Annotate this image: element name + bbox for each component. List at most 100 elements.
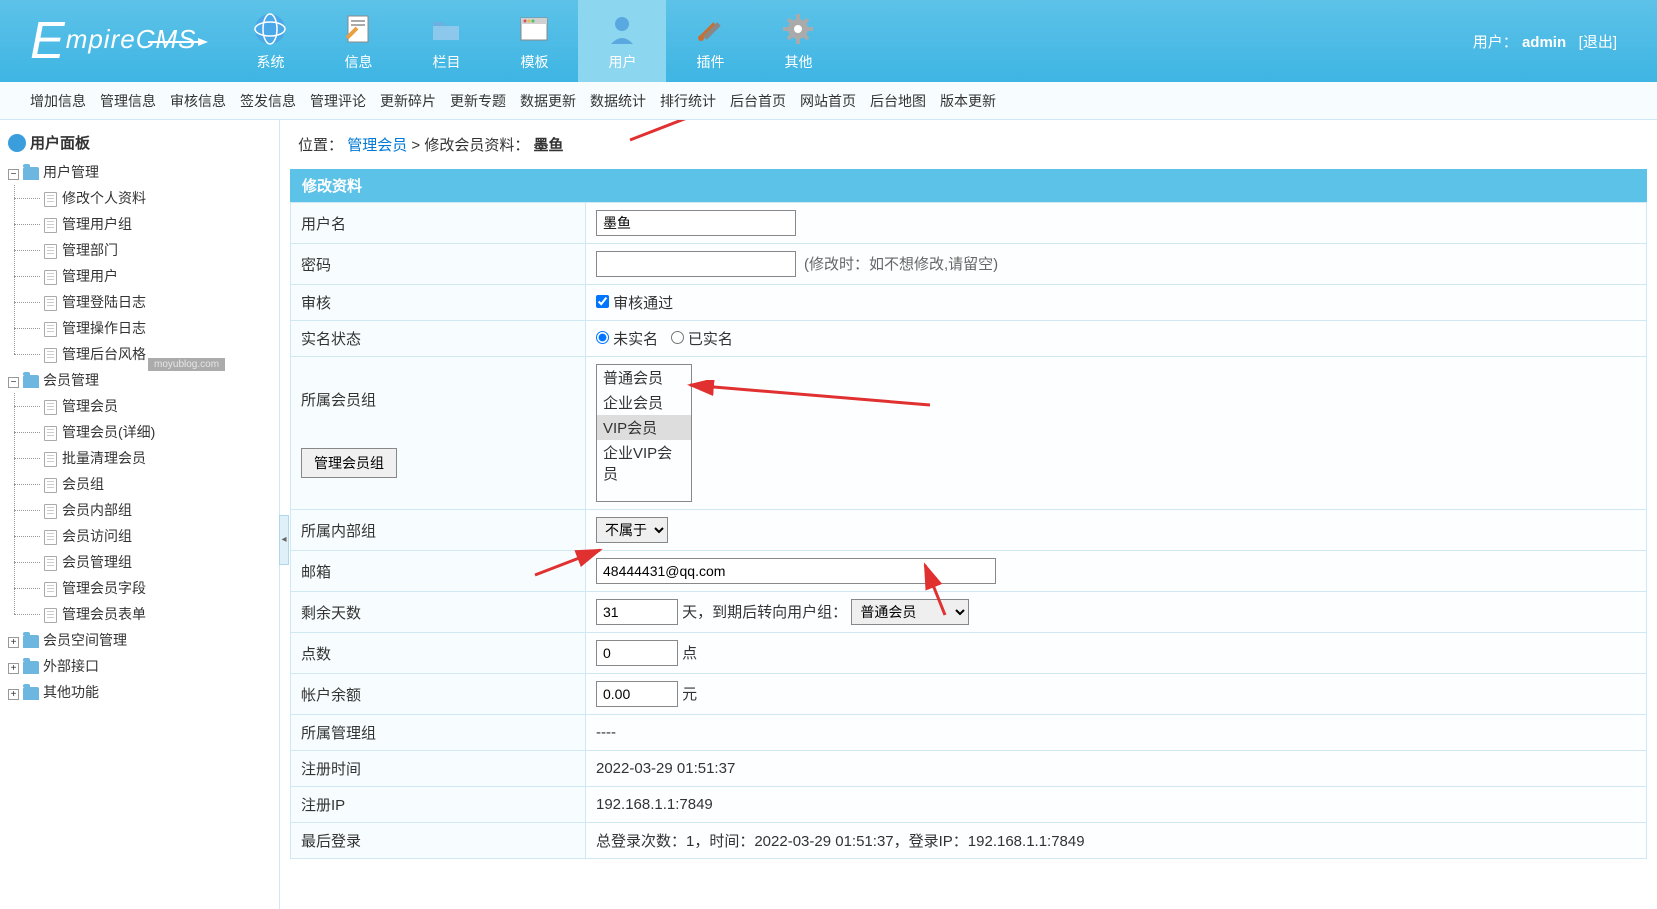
group-select[interactable]: 普通会员企业会员VIP会员企业VIP会员 (596, 364, 692, 502)
nav-栏目[interactable]: 栏目 (402, 0, 490, 82)
tree-link[interactable]: 管理用户 (62, 268, 118, 284)
regip-label: 注册IP (291, 787, 586, 823)
nav-用户[interactable]: 用户 (578, 0, 666, 82)
tree-toggle[interactable]: + (8, 663, 19, 674)
group-option[interactable]: 企业会员 (597, 390, 691, 415)
balance-input[interactable] (596, 681, 678, 707)
tree-toggle[interactable]: − (8, 377, 19, 388)
tree-link[interactable]: 修改个人资料 (62, 190, 146, 206)
innergroup-label: 所属内部组 (291, 510, 586, 551)
remain-target-select[interactable]: 普通会员 (851, 599, 969, 625)
file-icon (44, 244, 57, 259)
file-icon (44, 478, 57, 493)
file-icon (44, 218, 57, 233)
nav-模板[interactable]: 模板 (490, 0, 578, 82)
remain-input[interactable] (596, 599, 678, 625)
gear-icon (779, 10, 817, 48)
subnav-item[interactable]: 版本更新 (940, 91, 996, 111)
breadcrumb-link[interactable]: 管理会员 (347, 137, 407, 154)
manage-group-button[interactable]: 管理会员组 (301, 448, 397, 478)
tree-link[interactable]: 批量清理会员 (62, 450, 146, 466)
tree-link[interactable]: 会员访问组 (62, 528, 132, 544)
realname-radio-yes[interactable] (671, 331, 684, 344)
tree-link[interactable]: 管理用户组 (62, 216, 132, 232)
subnav-item[interactable]: 增加信息 (30, 91, 86, 111)
tree-group: + 会员空间管理 (8, 627, 271, 653)
tree-link[interactable]: 会员内部组 (62, 502, 132, 518)
lastlogin-value: 总登录次数：1，时间：2022-03-29 01:51:37，登录IP：192.… (586, 823, 1647, 859)
realname-label: 实名状态 (291, 321, 586, 357)
user-label: 用户： (1473, 34, 1518, 51)
tree-group-label[interactable]: 会员管理 (43, 372, 99, 388)
tree-item: 会员管理组 (30, 549, 271, 575)
tree-link[interactable]: 管理会员 (62, 398, 118, 414)
header: EEmpireCMSmpireCMS 系统信息栏目模板用户插件其他 用户： ad… (0, 0, 1657, 82)
tree-group-label[interactable]: 会员空间管理 (43, 632, 127, 648)
points-input[interactable] (596, 640, 678, 666)
nav-插件[interactable]: 插件 (666, 0, 754, 82)
file-icon (44, 504, 57, 519)
folder-icon (23, 635, 39, 648)
file-icon (44, 556, 57, 571)
tree-item: 会员组 (30, 471, 271, 497)
tree-group-label[interactable]: 其他功能 (43, 684, 99, 700)
folder-icon (23, 687, 39, 700)
subnav-item[interactable]: 管理评论 (310, 91, 366, 111)
tree-toggle[interactable]: + (8, 637, 19, 648)
tree-link[interactable]: 管理操作日志 (62, 320, 146, 336)
subnav-item[interactable]: 后台地图 (870, 91, 926, 111)
realname-radio-no[interactable] (596, 331, 609, 344)
group-option[interactable]: 企业VIP会员 (597, 440, 691, 486)
email-label: 邮箱 (291, 551, 586, 592)
nav-信息[interactable]: 信息 (314, 0, 402, 82)
nav-其他[interactable]: 其他 (754, 0, 842, 82)
tree: − 用户管理修改个人资料管理用户组管理部门管理用户管理登陆日志管理操作日志管理后台… (8, 159, 271, 705)
tree-toggle[interactable]: − (8, 169, 19, 180)
subnav-item[interactable]: 审核信息 (170, 91, 226, 111)
tree-group: − 会员管理管理会员管理会员(详细) 批量清理会员会员组会员内部组会员访问组会员管理… (8, 367, 271, 627)
subnav-item[interactable]: 更新专题 (450, 91, 506, 111)
tree-link[interactable]: 管理会员字段 (62, 580, 146, 596)
subnav-item[interactable]: 排行统计 (660, 91, 716, 111)
lastlogin-label: 最后登录 (291, 823, 586, 859)
nav-系统[interactable]: 系统 (226, 0, 314, 82)
subnav-item[interactable]: 网站首页 (800, 91, 856, 111)
tree-group-label[interactable]: 外部接口 (43, 658, 99, 674)
tree-link[interactable]: 管理会员(详细) (62, 424, 155, 440)
tree-link[interactable]: 会员组 (62, 476, 104, 492)
audit-checkbox[interactable] (596, 295, 609, 308)
email-input[interactable] (596, 558, 996, 584)
tree-group-label[interactable]: 用户管理 (43, 164, 99, 180)
tree-link[interactable]: 管理会员表单 (62, 606, 146, 622)
username-input[interactable] (596, 210, 796, 236)
password-input[interactable] (596, 251, 796, 277)
tree-item: 管理部门 (30, 237, 271, 263)
form-panel: 修改资料 用户名 密码 (修改时：如不想修改,请留空) 审核 审核通过 实名状态 (290, 169, 1647, 859)
tree-item: 管理会员表单 (30, 601, 271, 627)
subnav-item[interactable]: 后台首页 (730, 91, 786, 111)
tree-item: 管理会员字段 (30, 575, 271, 601)
globe-icon (8, 134, 26, 152)
user-icon (603, 10, 641, 48)
subnav-item[interactable]: 签发信息 (240, 91, 296, 111)
tree-link[interactable]: 管理部门 (62, 242, 118, 258)
audit-label: 审核 (291, 285, 586, 321)
tree-toggle[interactable]: + (8, 689, 19, 700)
folder-icon (23, 661, 39, 674)
subnav-item[interactable]: 管理信息 (100, 91, 156, 111)
innergroup-select[interactable]: 不属于 (596, 517, 668, 543)
regtime-label: 注册时间 (291, 751, 586, 787)
group-option[interactable]: VIP会员 (597, 415, 691, 440)
tree-link[interactable]: 管理登陆日志 (62, 294, 146, 310)
tree-link[interactable]: 会员管理组 (62, 554, 132, 570)
username-label: 用户名 (291, 203, 586, 244)
tree-group: + 外部接口 (8, 653, 271, 679)
subnav-item[interactable]: 数据更新 (520, 91, 576, 111)
subnav: 增加信息管理信息审核信息签发信息管理评论更新碎片更新专题数据更新数据统计排行统计… (0, 82, 1657, 120)
admingroup-value: ---- (586, 715, 1647, 751)
group-option[interactable]: 普通会员 (597, 365, 691, 390)
tree-link[interactable]: 管理后台风格 (62, 346, 146, 362)
subnav-item[interactable]: 数据统计 (590, 91, 646, 111)
subnav-item[interactable]: 更新碎片 (380, 91, 436, 111)
logout-link[interactable]: [退出] (1579, 34, 1617, 51)
